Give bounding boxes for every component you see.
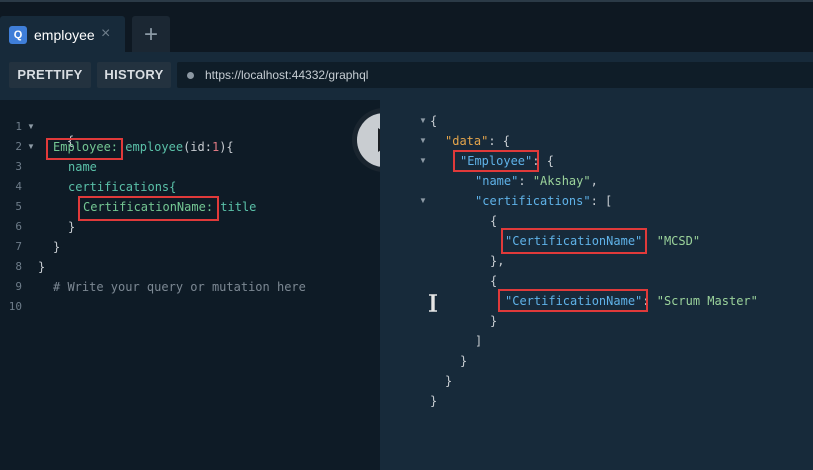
code-line: } xyxy=(53,240,61,254)
tab-label: employee xyxy=(34,27,95,43)
fold-toggle-icon[interactable]: ▼ xyxy=(27,142,35,151)
fold-toggle-icon[interactable]: ▼ xyxy=(419,136,427,145)
text-cursor-icon xyxy=(428,294,438,317)
code-comment: # Write your query or mutation here xyxy=(53,280,306,294)
fold-toggle-icon[interactable]: ▼ xyxy=(419,116,427,125)
fold-toggle-icon[interactable]: ▼ xyxy=(419,156,427,165)
history-button[interactable]: HISTORY xyxy=(97,62,171,88)
status-dot-icon xyxy=(187,72,194,79)
line-number: 1 xyxy=(15,120,22,133)
fold-toggle-icon[interactable]: ▼ xyxy=(419,196,427,205)
line-number: 2 xyxy=(15,140,22,153)
add-tab-button[interactable]: + xyxy=(132,16,170,54)
endpoint-url-text: https://localhost:44332/graphql xyxy=(205,68,369,82)
prettify-button[interactable]: PRETTIFY xyxy=(9,62,91,88)
result-line: "data": { xyxy=(445,134,511,148)
endpoint-url-input[interactable]: https://localhost:44332/graphql xyxy=(177,62,813,88)
toolbar: PRETTIFY HISTORY https://localhost:44332… xyxy=(0,52,813,98)
result-line: "name": "Akshay", xyxy=(475,174,598,188)
result-line: } xyxy=(460,354,468,368)
result-line: { xyxy=(490,274,498,288)
highlight-box xyxy=(78,196,219,221)
line-number: 3 xyxy=(15,160,22,173)
line-number: 10 xyxy=(8,300,22,313)
result-line: "certifications": [ xyxy=(475,194,613,208)
result-line: } xyxy=(445,374,453,388)
highlight-box xyxy=(46,138,123,160)
line-number: 9 xyxy=(15,280,22,293)
query-editor[interactable]: 1 2 3 4 5 6 7 8 9 10 ▼ ▼ { Employee: emp… xyxy=(0,100,380,470)
fold-toggle-icon[interactable]: ▼ xyxy=(27,122,35,131)
close-icon[interactable]: × xyxy=(101,25,110,43)
result-line: { xyxy=(490,214,498,228)
code-line: name xyxy=(68,160,97,174)
line-number: 7 xyxy=(15,240,22,253)
highlight-box xyxy=(498,289,648,312)
tab-bar: Q employee × + xyxy=(0,0,813,54)
graphql-logo-icon: Q xyxy=(9,26,27,44)
highlight-box xyxy=(453,150,539,172)
line-number: 5 xyxy=(15,200,22,213)
highlight-box xyxy=(501,228,647,254)
line-number: 6 xyxy=(15,220,22,233)
result-viewer: ▼ ▼ ▼ ▼ { "data": { "Employee": { "name"… xyxy=(380,100,813,470)
result-line: } xyxy=(490,314,498,328)
result-line: } xyxy=(430,394,438,408)
result-line: ] xyxy=(475,334,483,348)
tab-employee[interactable]: Q employee × xyxy=(0,16,125,54)
result-line: }, xyxy=(490,254,505,268)
line-number: 8 xyxy=(15,260,22,273)
code-line: } xyxy=(68,220,76,234)
code-line: certifications{ xyxy=(68,180,177,194)
result-line: { xyxy=(430,114,438,128)
line-number: 4 xyxy=(15,180,22,193)
code-line: } xyxy=(38,260,46,274)
